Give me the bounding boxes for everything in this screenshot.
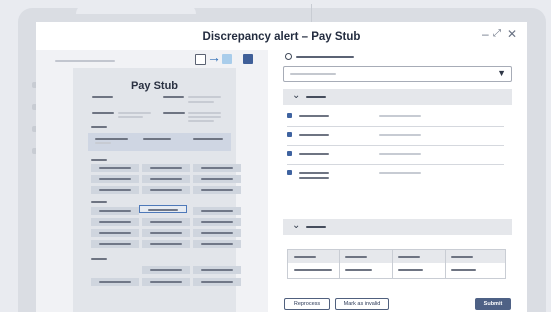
select-tool-icon[interactable] <box>195 54 206 65</box>
viewer-toolbar: → <box>36 49 268 65</box>
check-circle-icon <box>285 53 292 60</box>
document-type-dropdown[interactable]: ▼ <box>283 66 512 82</box>
document-title: Pay Stub <box>130 80 179 92</box>
field-marker <box>287 132 292 137</box>
fields-section-header[interactable]: ⌄ <box>283 89 512 105</box>
close-button[interactable]: ✕ <box>507 27 517 41</box>
arrow-right-icon[interactable]: → <box>207 49 221 65</box>
line-items-table <box>287 249 506 279</box>
chevron-down-icon: ▼ <box>497 68 506 78</box>
toolbar-title-placeholder <box>55 60 115 62</box>
table-section-header[interactable]: ⌄ <box>283 219 512 235</box>
selected-field[interactable] <box>139 205 187 213</box>
discrepancy-window: Discrepancy alert – Pay Stub – ⤢ ✕ → Pay… <box>36 22 527 312</box>
title-bar: Discrepancy alert – Pay Stub – ⤢ ✕ <box>36 22 527 50</box>
chevron-down-icon: ⌄ <box>292 90 301 101</box>
window-title: Discrepancy alert – Pay Stub <box>202 31 361 43</box>
mark-invalid-button[interactable]: Mark as invalid <box>335 298 389 310</box>
review-panel: ▼ ⌄ ⌄ Reprocess Mark as invalid Submit <box>283 50 513 312</box>
field-marker <box>287 113 292 118</box>
fill-tool-icon[interactable] <box>243 54 253 64</box>
background-tab <box>154 4 196 14</box>
document-viewer: → Pay Stub <box>36 49 268 312</box>
minimize-button[interactable]: – <box>482 27 489 41</box>
reprocess-button[interactable]: Reprocess <box>284 298 330 310</box>
field-marker <box>287 151 292 156</box>
pay-stub-document: Pay Stub <box>73 68 241 312</box>
chevron-down-icon: ⌄ <box>292 220 301 231</box>
highlight-tool-icon[interactable] <box>222 54 232 64</box>
panel-header-placeholder <box>296 56 354 58</box>
guide-line <box>311 4 312 22</box>
field-marker <box>287 170 292 175</box>
expand-button[interactable]: ⤢ <box>493 28 501 39</box>
submit-button[interactable]: Submit <box>475 298 511 310</box>
